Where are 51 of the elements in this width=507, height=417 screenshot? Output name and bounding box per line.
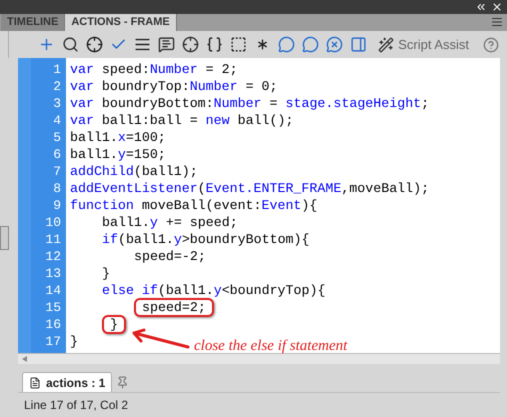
code-line: else if(ball1.y<boundryTop){: [102, 282, 326, 300]
code-line: speed=2;: [134, 298, 214, 318]
code-line: var ball1:ball = new ball();: [70, 112, 294, 130]
code-line: var boundryTop:Number = 0;: [70, 78, 278, 96]
code-line: }: [102, 264, 110, 283]
code-line: var speed:Number = 2;: [70, 60, 238, 79]
line-number: 12: [44, 248, 62, 266]
annotation: close the else if statement: [194, 337, 348, 356]
line-number: 4: [52, 112, 62, 130]
line-number: 14: [44, 282, 62, 300]
line-number: 6: [52, 146, 62, 164]
menu-icon[interactable]: [491, 16, 503, 28]
line-number: 16: [44, 316, 62, 334]
code-line: ball1.x=100;: [70, 128, 166, 147]
line-number: 15: [44, 298, 62, 317]
line-number: 5: [52, 128, 62, 147]
line-number: 8: [52, 180, 62, 198]
horizontal-scrollbar[interactable]: [18, 353, 500, 364]
code-line: speed=-2;: [134, 248, 206, 266]
code-line: var boundryBottom:Number = stage.stageHeight;: [70, 94, 430, 113]
code-line: }: [102, 314, 126, 334]
close-icon[interactable]: [491, 1, 503, 13]
help-icon[interactable]: [483, 36, 499, 52]
arrow-icon: [130, 327, 190, 352]
scroll-left-icon[interactable]: [22, 356, 27, 362]
code-line: }: [70, 332, 78, 351]
code-line: addEventListener(Event.ENTER_FRAME,moveBall);: [70, 180, 430, 198]
line-number: 11: [44, 230, 62, 249]
line-number: 17: [44, 332, 62, 351]
code-line: ball1.y += speed;: [102, 214, 238, 232]
panel-tab[interactable]: ACTIONS - FRAME: [65, 14, 177, 31]
panel-tab[interactable]: TIMELINE: [1, 14, 66, 31]
side-handle[interactable]: [0, 226, 9, 250]
document-icon: [29, 376, 41, 388]
pin-icon[interactable]: [116, 376, 130, 389]
line-number: 9: [52, 196, 62, 215]
line-number: 10: [44, 214, 62, 232]
line-number: 13: [44, 264, 62, 283]
collapse-icon[interactable]: [475, 1, 487, 13]
code-line: if(ball1.y>boundryBottom){: [102, 230, 310, 249]
script-assist-button[interactable]: Script Assist: [378, 34, 469, 54]
line-number: 1: [52, 60, 62, 79]
line-number: 3: [52, 94, 62, 113]
status-text: Line 17 of 17, Col 2: [24, 398, 128, 412]
document-tab[interactable]: actions : 1: [22, 372, 112, 392]
wand-icon: [378, 36, 394, 52]
code-line: ball1.y=150;: [70, 146, 166, 164]
line-number: 2: [52, 78, 62, 96]
line-number: 7: [52, 162, 62, 181]
code-line: addChild(ball1);: [70, 162, 198, 181]
code-line: function moveBall(event:Event){: [70, 196, 318, 215]
